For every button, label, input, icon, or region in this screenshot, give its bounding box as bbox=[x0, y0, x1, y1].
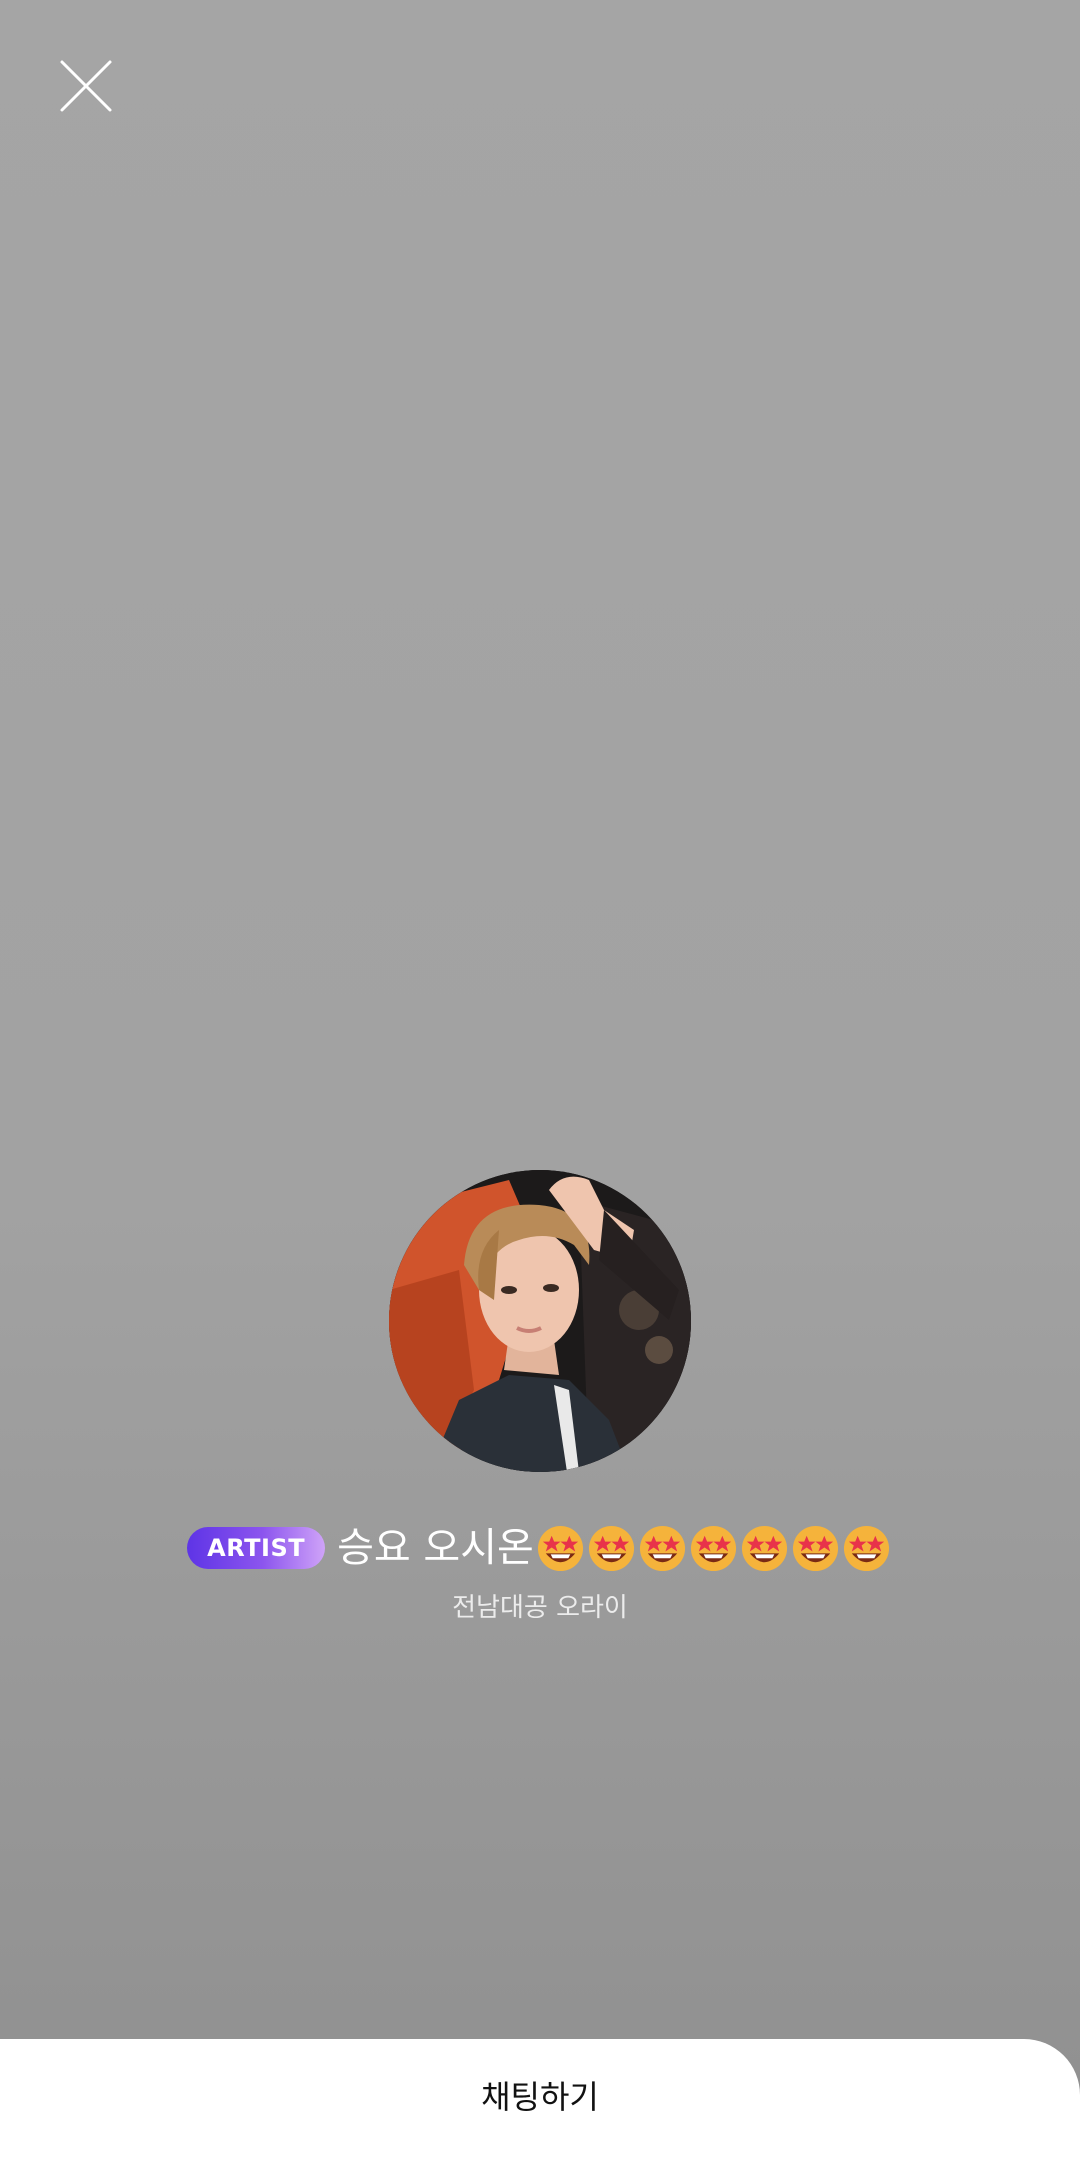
star-struck-emoji-icon bbox=[639, 1525, 685, 1571]
avatar[interactable] bbox=[389, 1170, 691, 1472]
affiliation-text: 전남대공 오라이 bbox=[452, 1593, 628, 1623]
artist-badge: ARTIST bbox=[187, 1527, 326, 1569]
name-row: ARTIST 승요 오시온 bbox=[0, 1518, 1080, 1578]
star-struck-emoji-icon bbox=[537, 1525, 583, 1571]
star-struck-emoji-icon bbox=[690, 1525, 736, 1571]
artist-name: 승요 오시온 bbox=[337, 1525, 534, 1571]
chat-button-label: 채팅하기 bbox=[481, 2077, 599, 2116]
star-struck-emoji-icon bbox=[741, 1525, 787, 1571]
star-struck-emoji-icon bbox=[792, 1525, 838, 1571]
star-struck-emoji-icon bbox=[588, 1525, 634, 1571]
avatar-image bbox=[389, 1170, 691, 1472]
star-struck-emoji-icon bbox=[843, 1525, 889, 1571]
close-button[interactable] bbox=[58, 58, 114, 114]
profile-section: ARTIST 승요 오시온 전남대공 오라이 bbox=[0, 1170, 1080, 1626]
close-icon bbox=[60, 60, 112, 112]
chat-button[interactable]: 채팅하기 bbox=[0, 2039, 1080, 2176]
emoji-row bbox=[536, 1524, 893, 1573]
